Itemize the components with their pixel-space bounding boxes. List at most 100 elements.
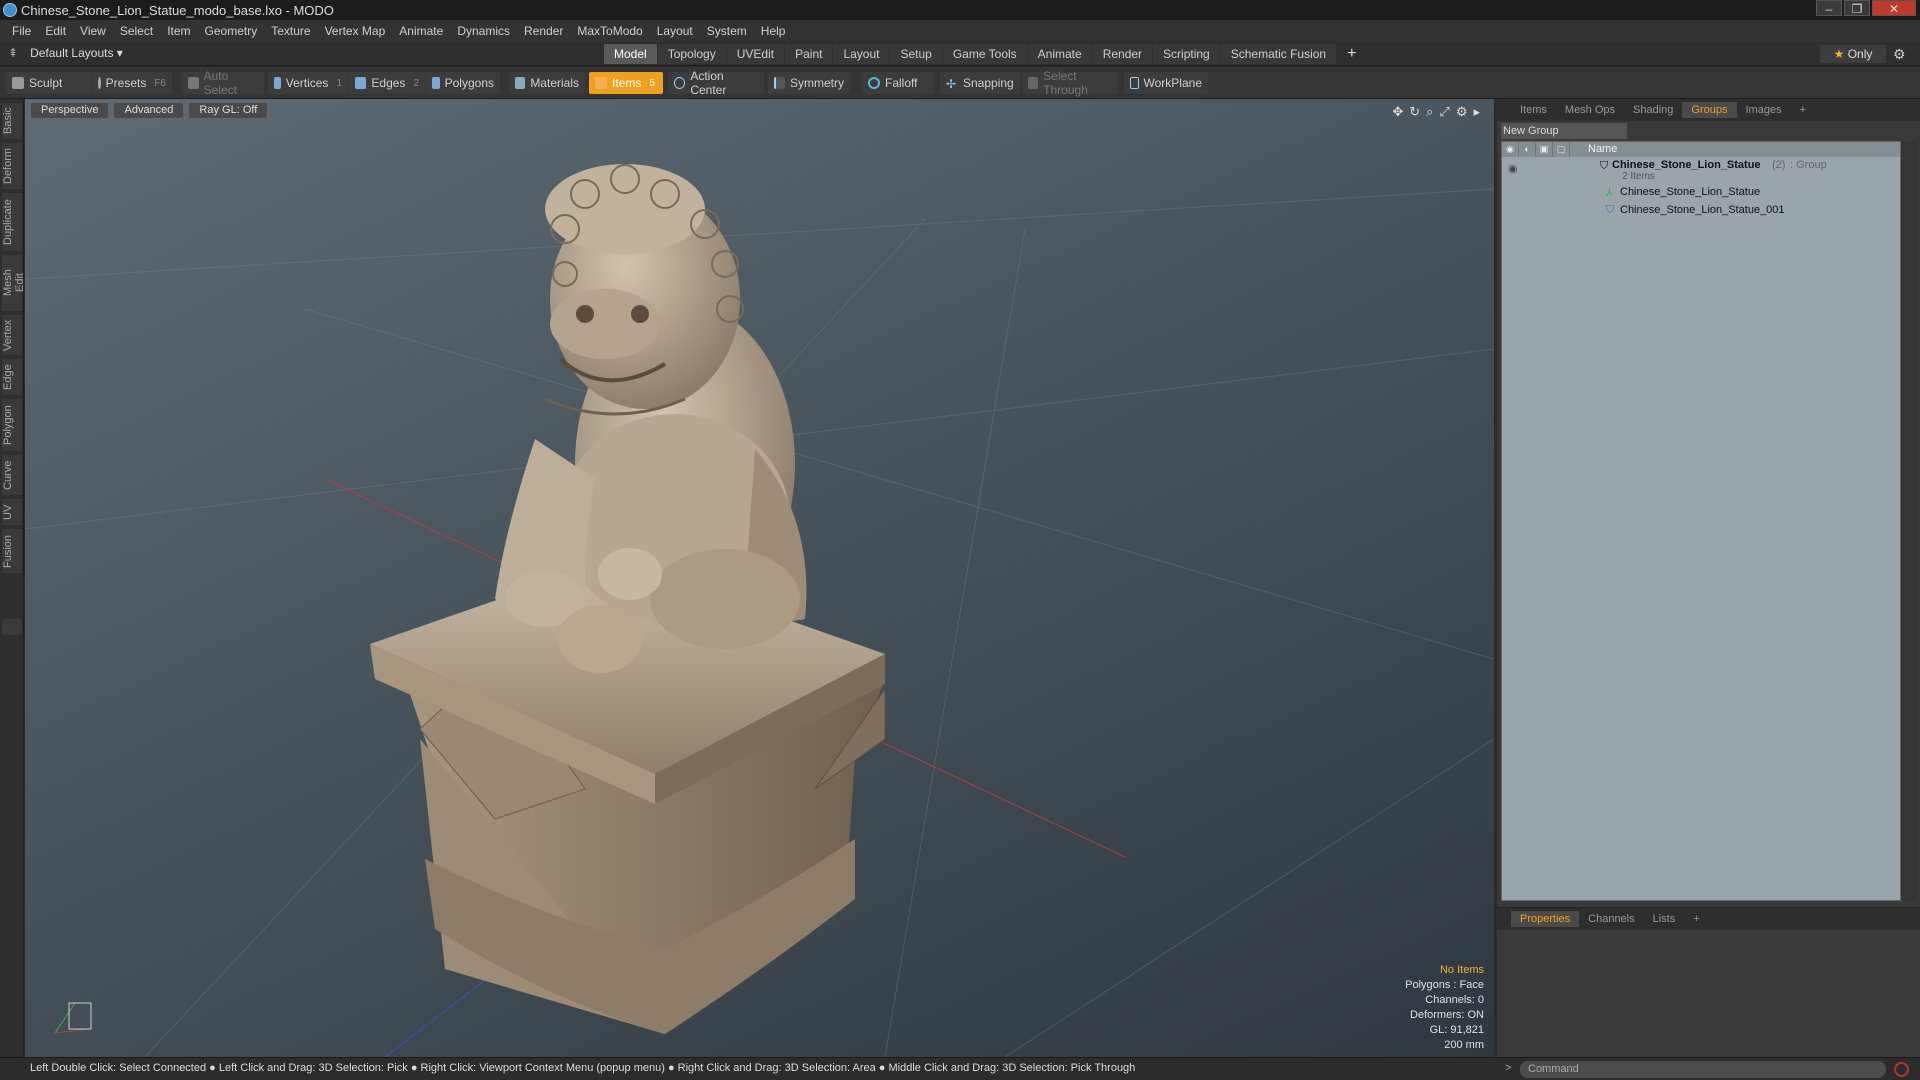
menu-vertex-map[interactable]: Vertex Map xyxy=(325,24,386,38)
viewport-settings-icon[interactable]: ⚙ xyxy=(1456,104,1468,120)
zoom-view-icon[interactable]: ⌕ xyxy=(1426,104,1433,120)
tab-animate[interactable]: Animate xyxy=(1027,44,1092,64)
menu-animate[interactable]: Animate xyxy=(399,24,443,38)
only-button[interactable]: ★ Only xyxy=(1820,45,1886,63)
gear-icon[interactable]: ⚙ xyxy=(1893,46,1906,63)
shading-mode-button[interactable]: Advanced xyxy=(114,103,184,118)
list-item[interactable]: ⅄ Chinese_Stone_Lion_Statue xyxy=(1502,185,1902,201)
sculpt-button[interactable]: Sculpt xyxy=(6,72,91,94)
list-item[interactable]: ⛉ Chinese_Stone_Lion_Statue_001 xyxy=(1502,203,1902,219)
close-button[interactable]: ✕ xyxy=(1872,0,1916,16)
layout-toggle-icon[interactable]: ⇞ xyxy=(8,46,18,60)
command-history-icon[interactable] xyxy=(1894,1062,1909,1077)
tab-items[interactable]: Items xyxy=(1511,102,1556,118)
menu-dynamics[interactable]: Dynamics xyxy=(457,24,510,38)
visibility-toggle-icon[interactable]: ◉ xyxy=(1508,162,1518,175)
tab-images[interactable]: Images xyxy=(1737,102,1791,118)
tab-lists[interactable]: Lists xyxy=(1644,911,1685,927)
tab-groups[interactable]: Groups xyxy=(1682,102,1737,118)
snapping-button[interactable]: ✢ Snapping xyxy=(940,72,1020,94)
add-panel-tab-button[interactable]: + xyxy=(1791,102,1815,118)
tab-topology[interactable]: Topology xyxy=(657,44,726,64)
presets-button[interactable]: Presets F6 xyxy=(92,72,172,94)
tab-mesh-ops[interactable]: Mesh Ops xyxy=(1556,102,1624,118)
menu-item[interactable]: Item xyxy=(167,24,190,38)
tab-schematic-fusion[interactable]: Schematic Fusion xyxy=(1220,44,1337,64)
menu-file[interactable]: File xyxy=(12,24,31,38)
symmetry-button[interactable]: Symmetry xyxy=(768,72,850,94)
menu-edit[interactable]: Edit xyxy=(45,24,66,38)
minimize-button[interactable]: – xyxy=(1816,0,1842,16)
status-bar: Left Double Click: Select Connected ● Le… xyxy=(0,1057,1920,1080)
items-shortcut: 5 xyxy=(649,77,655,89)
auto-select-button[interactable]: Auto Select xyxy=(182,69,264,97)
lock-column-icon[interactable]: ▣ xyxy=(1536,142,1553,157)
menu-geometry[interactable]: Geometry xyxy=(205,24,258,38)
move-view-icon[interactable]: ✥ xyxy=(1392,104,1403,120)
visibility-column-icon[interactable]: ◉ xyxy=(1502,142,1519,157)
new-group-button[interactable]: New Group xyxy=(1501,123,1627,139)
add-tab-button[interactable]: + xyxy=(1337,44,1366,64)
3d-viewport[interactable]: Perspective Advanced Ray GL: Off ✥ ↻ ⌕ ⤢… xyxy=(25,99,1494,1057)
vertices-button[interactable]: Vertices 1 xyxy=(268,72,348,94)
tab-channels[interactable]: Channels xyxy=(1579,911,1643,927)
polygons-info: Polygons : Face xyxy=(1405,979,1484,991)
falloff-button[interactable]: Falloff xyxy=(862,72,934,94)
select-through-button[interactable]: Select Through xyxy=(1022,69,1118,97)
tab-edge[interactable]: Edge xyxy=(2,359,22,395)
viewport-expand-icon[interactable]: ▸ xyxy=(1473,104,1480,120)
groups-scrollbar[interactable] xyxy=(1901,141,1917,901)
toolbox-toggle-icon[interactable] xyxy=(2,619,22,635)
tab-mesh-edit[interactable]: Mesh Edit xyxy=(2,255,26,311)
select-column-icon[interactable]: ▢ xyxy=(1553,142,1570,157)
tab-curve[interactable]: Curve xyxy=(2,455,22,495)
tab-basic[interactable]: Basic xyxy=(2,103,22,139)
command-arrow-icon[interactable]: > xyxy=(1505,1062,1511,1074)
tab-properties[interactable]: Properties xyxy=(1511,911,1580,927)
edges-button[interactable]: Edges 2 xyxy=(349,72,425,94)
tab-model[interactable]: Model xyxy=(604,44,657,64)
menu-maxtomodo[interactable]: MaxToModo xyxy=(577,24,642,38)
menu-texture[interactable]: Texture xyxy=(271,24,310,38)
name-column-header[interactable]: Name xyxy=(1570,142,1617,157)
tab-render[interactable]: Render xyxy=(1092,44,1153,64)
layouts-dropdown[interactable]: ⇞ Default Layouts ▾ xyxy=(8,46,123,60)
deformers-info: Deformers: ON xyxy=(1410,1009,1484,1021)
menu-system[interactable]: System xyxy=(707,24,747,38)
view-mode-button[interactable]: Perspective xyxy=(31,103,109,118)
items-button[interactable]: Items 5 xyxy=(589,72,663,94)
group-type: : Group xyxy=(1790,159,1827,171)
tab-duplicate[interactable]: Duplicate xyxy=(2,193,22,251)
group-row[interactable]: ◉ ⛉ Chinese_Stone_Lion_Statue (2) : Grou… xyxy=(1502,159,1902,183)
menu-layout[interactable]: Layout xyxy=(657,24,693,38)
tab-deform[interactable]: Deform xyxy=(2,143,22,189)
tab-polygon[interactable]: Polygon xyxy=(2,399,22,451)
tab-game-tools[interactable]: Game Tools xyxy=(942,44,1027,64)
ray-gl-button[interactable]: Ray GL: Off xyxy=(189,103,268,118)
rotate-view-icon[interactable]: ↻ xyxy=(1409,104,1420,120)
command-input[interactable]: Command xyxy=(1520,1061,1886,1078)
tab-setup[interactable]: Setup xyxy=(890,44,942,64)
tab-uv[interactable]: UV xyxy=(2,499,22,525)
menu-render[interactable]: Render xyxy=(524,24,563,38)
tab-vertex[interactable]: Vertex xyxy=(2,315,22,355)
tab-shading[interactable]: Shading xyxy=(1624,102,1682,118)
tab-fusion[interactable]: Fusion xyxy=(2,529,22,573)
add-properties-tab-button[interactable]: + xyxy=(1684,911,1708,927)
tab-paint[interactable]: Paint xyxy=(785,44,833,64)
menu-select[interactable]: Select xyxy=(120,24,153,38)
workplane-button[interactable]: WorkPlane xyxy=(1124,72,1208,94)
render-column-icon[interactable]: ◐ xyxy=(1519,142,1536,157)
action-center-button[interactable]: Action Center xyxy=(668,69,764,97)
polygons-button[interactable]: Polygons xyxy=(426,72,500,94)
maximize-button[interactable]: ❐ xyxy=(1844,0,1870,16)
menu-help[interactable]: Help xyxy=(761,24,786,38)
tab-layout[interactable]: Layout xyxy=(833,44,890,64)
fit-view-icon[interactable]: ⤢ xyxy=(1439,104,1449,120)
polygons-icon xyxy=(432,77,440,89)
menu-view[interactable]: View xyxy=(80,24,106,38)
tab-uvedit[interactable]: UVEdit xyxy=(726,44,785,64)
edges-label: Edges xyxy=(371,76,406,90)
tab-scripting[interactable]: Scripting xyxy=(1153,44,1220,64)
materials-button[interactable]: Materials xyxy=(509,72,585,94)
